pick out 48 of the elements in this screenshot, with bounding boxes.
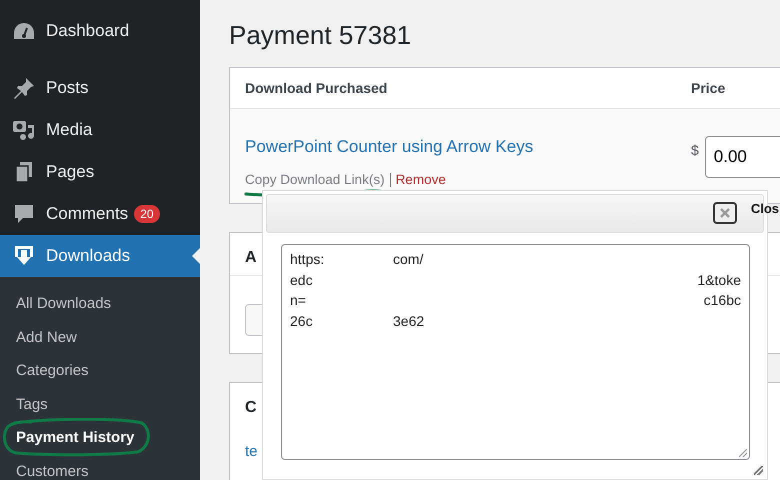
resize-grip-icon[interactable]	[739, 449, 747, 457]
links-textarea[interactable]: https: com/ edc 1&toke n= c16bc 26c 3e62	[281, 244, 750, 460]
menu-label: Posts	[46, 78, 89, 98]
link-text-fragment: 3e62	[392, 312, 426, 330]
submenu-item[interactable]: Tags	[0, 388, 200, 421]
card-heading: A	[245, 249, 257, 268]
menu-item[interactable]: Downloads	[0, 235, 200, 277]
link-text-fragment: com/	[392, 251, 424, 269]
menu-item[interactable]: Media	[0, 109, 200, 151]
submenu-item[interactable]: Add New	[0, 320, 200, 354]
close-label[interactable]: Clos	[750, 201, 779, 216]
download-link[interactable]: PowerPoint Counter using Arrow Keys	[245, 137, 534, 157]
menu-label: Comments	[46, 204, 128, 224]
card-heading: C	[245, 399, 257, 418]
link-text-fragment: 1&toke	[697, 272, 741, 290]
price-field[interactable]: 0.00	[704, 136, 780, 178]
submenu-item[interactable]: Categories	[0, 354, 200, 388]
submenu-item[interactable]: All Downloads	[0, 287, 200, 320]
count-badge: 20	[134, 205, 160, 223]
pin-icon	[12, 77, 36, 99]
speech-bubble-icon	[12, 203, 36, 225]
copy-link[interactable]: Copy Download Link(s)	[245, 172, 385, 187]
download-icon	[12, 245, 36, 267]
menu-label: Media	[46, 120, 92, 140]
menu-item[interactable]: Posts	[0, 67, 200, 109]
link-text-fragment: https:	[290, 251, 326, 269]
currency-symbol: $	[691, 142, 699, 158]
link-text-fragment: 26c	[290, 312, 314, 330]
submenu-item[interactable]: Customers	[0, 454, 200, 480]
link-text-fragment: edc	[290, 272, 314, 290]
column-header: Price	[691, 80, 726, 96]
submenu-item[interactable]: Payment History	[0, 421, 200, 454]
remove-link[interactable]: Remove	[396, 172, 446, 187]
gauge-icon	[12, 22, 36, 40]
column-header: Download Purchased	[245, 80, 388, 96]
link-text-fragment: c16bc	[704, 292, 741, 310]
link-text-fragment: n=	[290, 292, 307, 310]
close-button[interactable]	[713, 202, 737, 224]
customer-link[interactable]: te	[245, 443, 258, 460]
close-icon	[720, 208, 730, 218]
menu-item[interactable]: Dashboard	[0, 10, 200, 52]
menu-item[interactable]: Comments 20	[0, 193, 200, 235]
menu-label: Downloads	[46, 246, 130, 266]
menu-label: Pages	[46, 162, 94, 182]
menu-label: Dashboard	[46, 21, 130, 41]
page-title: Payment 57381	[229, 20, 412, 51]
menu-item[interactable]: Pages	[0, 151, 200, 193]
camera-music-icon	[12, 119, 36, 141]
